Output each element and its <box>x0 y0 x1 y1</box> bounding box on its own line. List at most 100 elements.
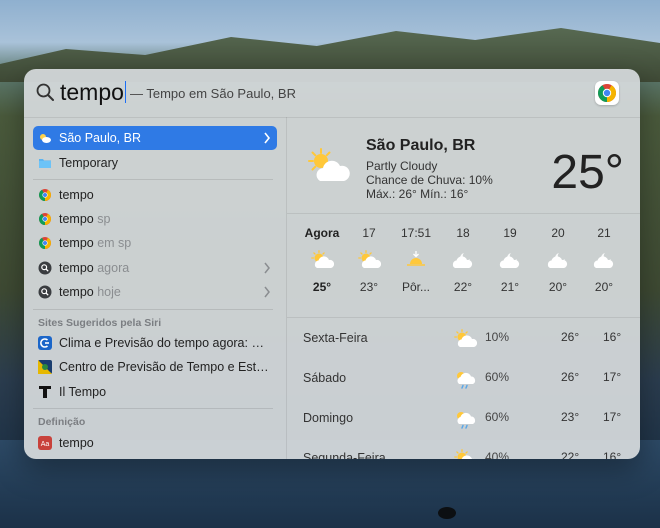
hourly-icon-wrap <box>487 242 533 278</box>
daily-low: 16° <box>603 330 622 344</box>
weather-preview: São Paulo, BR Partly Cloudy Chance de Ch… <box>287 117 640 459</box>
spotlight-search-bar[interactable]: tempo — Tempo em São Paulo, BR <box>24 69 640 118</box>
result-temporary-folder[interactable]: Temporary <box>33 151 277 175</box>
hourly-temp: 25° <box>312 280 332 294</box>
chrome-app-icon[interactable] <box>595 81 619 105</box>
result-label-match: tempo <box>59 212 94 226</box>
daily-icon-wrap <box>453 449 477 459</box>
weather-icon <box>40 134 51 143</box>
daily-low: 17° <box>603 410 622 424</box>
daily-icon-wrap <box>453 329 478 354</box>
hourly-item: 21 20° <box>581 226 627 294</box>
search-icon <box>38 285 52 299</box>
hourly-temp: 20° <box>594 280 614 294</box>
result-label: tempo hoje <box>59 285 271 299</box>
rain-icon <box>457 412 476 429</box>
daily-icon-wrap <box>453 369 477 394</box>
result-chrome-tempo-em-sp[interactable]: tempo em sp <box>33 231 277 255</box>
night-cloudy-icon <box>593 253 614 268</box>
daily-high: 26° <box>561 370 580 384</box>
daily-low: 16° <box>603 450 622 459</box>
hourly-icon-wrap <box>535 242 581 278</box>
search-icon <box>38 261 52 275</box>
search-icon <box>36 83 54 101</box>
separator <box>33 179 273 180</box>
search-completion-hint: — Tempo em São Paulo, BR <box>130 86 296 101</box>
weather-city: São Paulo, BR <box>366 137 476 154</box>
hourly-temp: 23° <box>359 280 379 294</box>
hourly-time: 17 <box>362 226 376 240</box>
text-caret <box>124 81 127 103</box>
siri-site-cptec[interactable]: Centro de Previsão de Tempo e Estud... <box>33 355 277 379</box>
weather-summary: Partly Cloudy Chance de Chuva: 10% Máx.:… <box>366 159 493 201</box>
hourly-forecast: Agora 25° 17 23° 17:51 Pôr... 18 22° 19 21° 20 20° 2… <box>287 226 640 306</box>
cptec-icon <box>38 360 52 374</box>
night-cloudy-icon <box>452 253 473 268</box>
hourly-item: 18 22° <box>440 226 486 294</box>
daily-high: 23° <box>561 410 580 424</box>
daily-high: 26° <box>561 330 580 344</box>
daily-row: Sexta-Feira 10% 26° 16° <box>287 319 640 359</box>
hourly-temp: Pôr... <box>401 280 430 294</box>
weather-high-low: Máx.: 26° Mín.: 16° <box>366 187 469 201</box>
chrome-icon <box>598 84 616 102</box>
separator <box>33 309 273 310</box>
hourly-time: 19 <box>503 226 517 240</box>
result-label: tempo em sp <box>59 236 271 250</box>
result-search-tempo-hoje[interactable]: tempo hoje <box>33 280 277 304</box>
chevron-right-icon <box>264 286 270 298</box>
wallpaper-rock <box>438 507 456 519</box>
definition-tempo[interactable]: Aa tempo <box>33 431 277 455</box>
partly-cloudy-icon <box>308 148 350 181</box>
chrome-icon <box>38 237 52 249</box>
result-label: tempo sp <box>59 212 271 226</box>
hourly-icon-wrap <box>440 242 486 278</box>
daily-day: Domingo <box>303 411 354 425</box>
result-chrome-tempo-sp[interactable]: tempo sp <box>33 207 277 231</box>
siri-site-climatempo[interactable]: Clima e Previsão do tempo agora: Met... <box>33 331 277 355</box>
result-chrome-tempo[interactable]: tempo <box>33 183 277 207</box>
result-label-rest: sp <box>93 212 111 226</box>
result-label-match: tempo <box>59 285 94 299</box>
result-label: São Paulo, BR <box>59 131 141 145</box>
section-siri-sites: Sites Sugeridos pela Siri <box>38 317 162 329</box>
search-input[interactable]: tempo <box>60 79 127 106</box>
chrome-icon <box>38 189 52 201</box>
daily-row: Segunda-Feira 40% 22° 16° <box>287 439 640 459</box>
hourly-time: 18 <box>456 226 470 240</box>
hourly-icon-wrap <box>299 242 345 278</box>
hourly-temp: 22° <box>453 280 473 294</box>
daily-low: 17° <box>603 370 622 384</box>
daily-day: Sexta-Feira <box>303 331 368 345</box>
il-tempo-icon <box>39 386 51 398</box>
weather-rain-chance: Chance de Chuva: 10% <box>366 173 493 187</box>
hourly-temp: 20° <box>548 280 568 294</box>
night-cloudy-icon <box>547 253 568 268</box>
result-sao-paulo-weather[interactable]: São Paulo, BR <box>33 126 277 150</box>
result-label: tempo <box>59 436 94 450</box>
rain-icon <box>457 372 476 389</box>
result-label-rest: hoje <box>93 285 121 299</box>
climatempo-icon <box>38 336 52 350</box>
dictionary-icon: Aa <box>38 436 52 450</box>
hourly-time: Agora <box>304 226 340 240</box>
partly-cloudy-icon <box>454 449 474 459</box>
hourly-item: 17 23° <box>346 226 392 294</box>
result-label: tempo <box>59 188 271 202</box>
hourly-temp: 21° <box>500 280 520 294</box>
result-label-match: tempo <box>59 261 94 275</box>
result-label: Centro de Previsão de Tempo e Estud... <box>59 360 271 374</box>
night-cloudy-icon <box>499 253 520 268</box>
siri-site-il-tempo[interactable]: Il Tempo <box>33 380 277 404</box>
separator <box>287 317 640 318</box>
partly-cloudy-icon <box>358 250 381 268</box>
search-query-text: tempo <box>60 79 124 105</box>
results-list: São Paulo, BR Temporary tempo tempo sp t… <box>24 117 286 459</box>
result-search-tempo-agora[interactable]: tempo agora <box>33 256 277 280</box>
result-label-rest: agora <box>93 261 130 275</box>
daily-icon-wrap <box>453 409 477 434</box>
hourly-icon-wrap <box>346 242 392 278</box>
svg-text:Aa: Aa <box>41 441 50 448</box>
separator <box>287 213 640 214</box>
hourly-item: 17:51 Pôr... <box>393 226 439 294</box>
